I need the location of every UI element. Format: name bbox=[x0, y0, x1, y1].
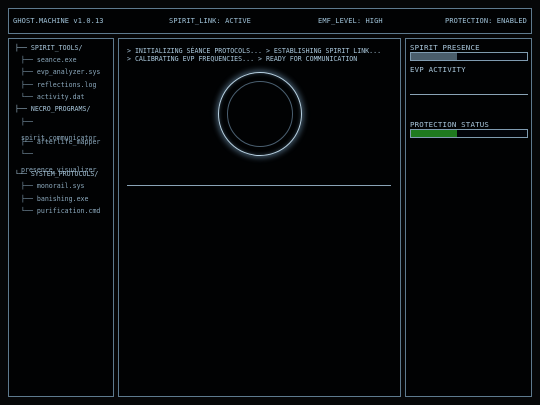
tree-file-reflections-log[interactable]: ├── reflections.log bbox=[21, 81, 96, 89]
tree-item-label: banishing.exe bbox=[36, 195, 89, 203]
protection-status-header: PROTECTION: ENABLED bbox=[445, 17, 527, 25]
tree-branch-glyph: ├── bbox=[21, 195, 37, 203]
spirit-orb[interactable] bbox=[218, 72, 302, 156]
protection-status-label: PROTECTION STATUS bbox=[410, 120, 490, 129]
tree-file-monorail-sys[interactable]: ├── monorail.sys bbox=[21, 182, 85, 190]
emf-level-status: EMF_LEVEL: HIGH bbox=[318, 17, 383, 25]
top-status-bar: GHOST.MACHINE v1.0.13 SPIRIT_LINK: ACTIV… bbox=[8, 8, 532, 34]
tree-folder-system-protocols-[interactable]: └── SYSTEM_PROTOCOLS/ bbox=[15, 170, 98, 178]
spirit-presence-meter bbox=[410, 52, 528, 61]
tree-item-label: SPIRIT_TOOLS/ bbox=[30, 44, 83, 52]
tree-file-seance-exe[interactable]: ├── seance.exe bbox=[21, 56, 77, 64]
spirit-presence-label: SPIRIT PRESENCE bbox=[410, 43, 480, 52]
tree-folder-necro-programs-[interactable]: ├── NECRO_PROGRAMS/ bbox=[15, 105, 90, 113]
tree-branch-glyph: ├── bbox=[21, 138, 37, 146]
tree-file-purification-cmd[interactable]: └── purification.cmd bbox=[21, 207, 100, 215]
tree-item-label: monorail.sys bbox=[36, 182, 85, 190]
tree-branch-glyph: ├── bbox=[15, 44, 31, 52]
tree-file-evp-analyzer-sys[interactable]: ├── evp_analyzer.sys bbox=[21, 68, 100, 76]
console-divider bbox=[127, 185, 391, 186]
tree-branch-glyph: ├── bbox=[21, 56, 37, 64]
tree-file-activity-dat[interactable]: └── activity.dat bbox=[21, 93, 85, 101]
spirit-link-status: SPIRIT_LINK: ACTIVE bbox=[169, 17, 251, 25]
tree-branch-glyph: └── bbox=[21, 207, 37, 215]
spirit-orb-inner-ring bbox=[227, 81, 293, 147]
tree-item-label: activity.dat bbox=[36, 93, 85, 101]
tree-item-label: NECRO_PROGRAMS/ bbox=[30, 105, 91, 113]
tree-branch-glyph: ├── bbox=[21, 68, 37, 76]
tree-branch-glyph: └── bbox=[15, 170, 31, 178]
tree-file-afterlife-mapper[interactable]: ├── afterlife_mapper bbox=[21, 138, 100, 146]
console-line: > CALIBRATING EVP FREQUENCIES... > READY… bbox=[127, 55, 358, 63]
protection-status-meter bbox=[410, 129, 528, 138]
protection-status-fill bbox=[411, 130, 458, 137]
console-line: > INITIALIZING SÉANCE PROTOCOLS... > EST… bbox=[127, 47, 382, 55]
tree-branch-glyph: ├── bbox=[21, 81, 37, 89]
tree-branch-glyph: └── bbox=[21, 150, 33, 158]
evp-activity-label: EVP ACTIVITY bbox=[410, 65, 466, 74]
file-tree-panel: ├── SPIRIT_TOOLS/├── seance.exe ├── evp_a… bbox=[8, 38, 114, 397]
tree-item-label: evp_analyzer.sys bbox=[36, 68, 101, 76]
tree-branch-glyph: ├── bbox=[21, 182, 37, 190]
tree-item-label: purification.cmd bbox=[36, 207, 101, 215]
tree-branch-glyph: └── bbox=[21, 93, 37, 101]
spirit-presence-fill bbox=[411, 53, 458, 60]
seance-console-panel: > INITIALIZING SÉANCE PROTOCOLS... > EST… bbox=[118, 38, 401, 397]
tree-item-label: reflections.log bbox=[36, 81, 97, 89]
tree-item-label: afterlife_mapper bbox=[36, 138, 101, 146]
tree-branch-glyph: ├── bbox=[21, 118, 33, 126]
tree-item-label: SYSTEM_PROTOCOLS/ bbox=[30, 170, 99, 178]
tree-folder-spirit-tools-[interactable]: ├── SPIRIT_TOOLS/ bbox=[15, 44, 83, 52]
app-title: GHOST.MACHINE v1.0.13 bbox=[13, 17, 104, 25]
tree-branch-glyph: ├── bbox=[15, 105, 31, 113]
tree-file-banishing-exe[interactable]: ├── banishing.exe bbox=[21, 195, 89, 203]
evp-activity-waveform bbox=[410, 94, 528, 95]
tree-item-label: seance.exe bbox=[36, 56, 77, 64]
status-panel: SPIRIT PRESENCE EVP ACTIVITY PROTECTION … bbox=[405, 38, 532, 397]
